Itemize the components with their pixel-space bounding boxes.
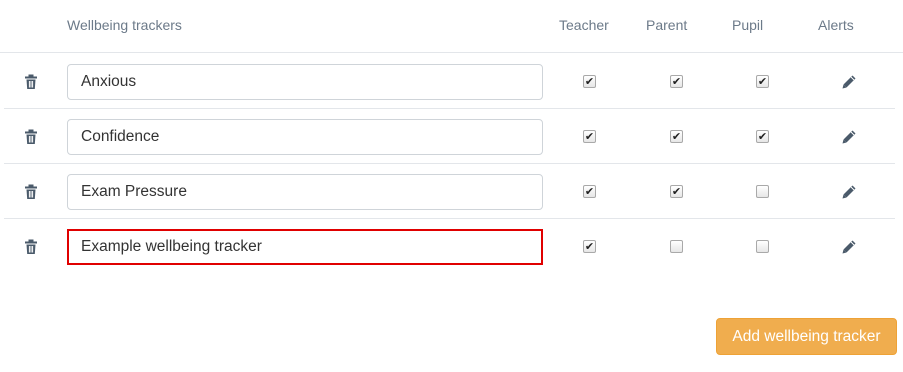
parent-checkbox[interactable]: ✔ [670,185,683,198]
teacher-checkbox[interactable]: ✔ [583,130,596,143]
trash-icon[interactable] [24,239,38,255]
header-pupil: Pupil [732,17,764,33]
pencil-icon[interactable] [841,129,857,145]
table-header: Wellbeing trackers Teacher Parent Pupil … [0,0,903,53]
tracker-name-input[interactable] [67,174,543,210]
pupil-checkbox[interactable]: ✔ [756,130,769,143]
teacher-checkbox[interactable]: ✔ [583,75,596,88]
pencil-icon[interactable] [841,239,857,255]
pupil-checkbox[interactable] [756,240,769,253]
header-teacher: Teacher [559,17,609,33]
pupil-checkbox[interactable] [756,185,769,198]
tracker-row: ✔ ✔ ✔ [4,54,895,109]
tracker-row: ✔✔ [4,164,895,219]
header-alerts: Alerts [818,17,854,33]
parent-checkbox[interactable]: ✔ [670,75,683,88]
teacher-checkbox[interactable]: ✔ [583,240,596,253]
header-wellbeing-trackers: Wellbeing trackers [67,17,182,33]
tracker-name-input[interactable] [67,64,543,100]
parent-checkbox[interactable] [670,240,683,253]
tracker-name-input[interactable] [67,119,543,155]
pencil-icon[interactable] [841,74,857,90]
add-wellbeing-tracker-button[interactable]: Add wellbeing tracker [716,318,897,355]
parent-checkbox[interactable]: ✔ [670,130,683,143]
teacher-checkbox[interactable]: ✔ [583,185,596,198]
trash-icon[interactable] [24,129,38,145]
trash-icon[interactable] [24,74,38,90]
tracker-row: ✔ ✔ ✔ [4,109,895,164]
pencil-icon[interactable] [841,184,857,200]
tracker-row: ✔ [4,219,895,274]
pupil-checkbox[interactable]: ✔ [756,75,769,88]
trash-icon[interactable] [24,184,38,200]
header-parent: Parent [646,17,688,33]
tracker-name-input[interactable] [67,229,543,265]
